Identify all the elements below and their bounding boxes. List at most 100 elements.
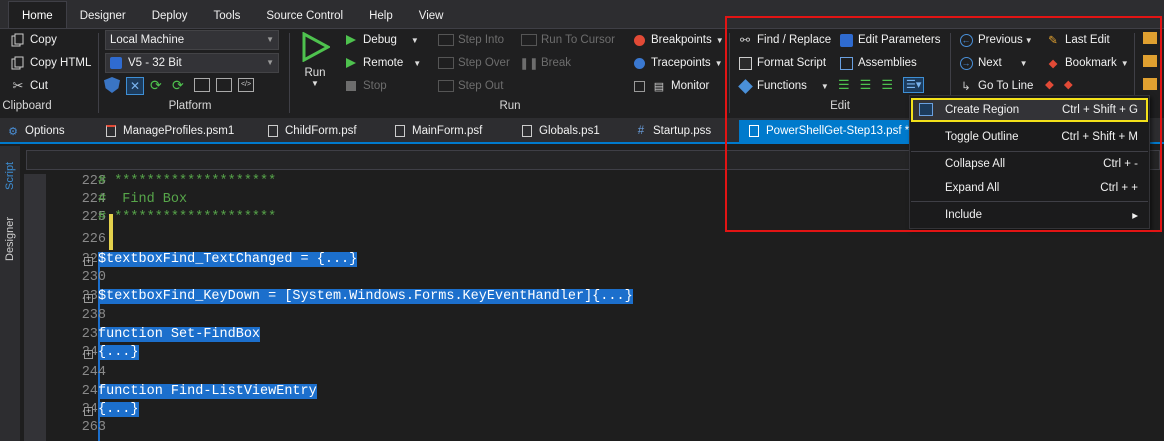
tab-globals[interactable]: Globals.ps1 — [520, 120, 600, 142]
last-edit-label: Last Edit — [1065, 34, 1110, 46]
copy-button[interactable]: Copy — [10, 30, 57, 50]
menu-item-toggle-outline[interactable]: Toggle Outline Ctrl + Shift + M — [911, 125, 1148, 149]
remote-button[interactable]: Remote ▼ — [343, 53, 421, 73]
comment-icon[interactable]: ☰ — [881, 77, 893, 93]
tab-options[interactable]: ⚙ Options — [6, 120, 65, 142]
outline-menu-icon[interactable]: ☰▾ — [902, 77, 925, 93]
expand-fold-icon[interactable]: + — [84, 294, 93, 303]
step-over-button[interactable]: Step Over — [438, 53, 510, 73]
step-into-button[interactable]: Step Into — [438, 30, 504, 50]
clipboard-group-label: Clipboard — [2, 100, 52, 112]
cube-icon — [737, 78, 753, 94]
tab-designer[interactable]: Designer — [67, 2, 139, 28]
next-button[interactable]: → Next ▼ — [958, 53, 1028, 73]
cmd-icon[interactable]: </> — [238, 78, 254, 92]
tab-home[interactable]: Home — [8, 1, 67, 28]
run-button[interactable]: Run ▼ — [298, 31, 332, 94]
copy-html-button[interactable]: Copy HTML — [10, 53, 91, 73]
side-tab-designer[interactable]: Designer — [0, 212, 20, 266]
expand-fold-icon[interactable]: + — [84, 350, 93, 359]
tab-tools[interactable]: Tools — [201, 2, 254, 28]
chevron-down-icon: ▼ — [413, 58, 422, 68]
script-file-icon — [520, 124, 534, 138]
run-to-cursor-button[interactable]: Run To Cursor — [521, 30, 615, 50]
step-out-icon — [438, 80, 454, 92]
go-to-line-button[interactable]: ↳ Go To Line — [958, 76, 1033, 96]
tab-startup[interactable]: # Startup.pss — [634, 120, 711, 142]
tab-label: Options — [25, 125, 65, 137]
tab-help[interactable]: Help — [356, 2, 406, 28]
tracepoints-button[interactable]: Tracepoints ▼ — [631, 53, 723, 73]
assemblies-button[interactable]: Assemblies — [838, 53, 917, 73]
menu-divider — [911, 201, 1148, 202]
side-tab-script[interactable]: Script — [0, 156, 20, 196]
window-icon[interactable] — [194, 78, 210, 92]
functions-button[interactable]: Functions ▼ — [737, 76, 829, 96]
monitor-button[interactable]: ▤ Monitor — [631, 76, 709, 96]
step-into-icon — [438, 34, 454, 46]
tab-manageprofiles[interactable]: ManageProfiles.psm1 — [104, 120, 234, 142]
edit-parameters-button[interactable]: Edit Parameters — [838, 30, 940, 50]
find-replace-button[interactable]: ⚯ Find / Replace — [737, 30, 831, 50]
remote-play-icon — [343, 55, 359, 71]
last-edit-button[interactable]: ✎ Last Edit — [1045, 30, 1110, 50]
line-number: 238 — [81, 308, 106, 323]
menu-item-collapse-all[interactable]: Collapse All Ctrl + - — [911, 152, 1148, 176]
folder-icon[interactable] — [1143, 32, 1157, 44]
version-select[interactable]: V5 - 32 Bit ▼ — [105, 53, 279, 73]
code-line: {...} — [98, 345, 139, 360]
indent-icon[interactable]: ☰ — [838, 77, 850, 93]
breakpoints-button[interactable]: Breakpoints ▼ — [631, 30, 724, 50]
break-button[interactable]: ❚❚ Break — [519, 53, 572, 73]
tab-deploy[interactable]: Deploy — [139, 2, 201, 28]
refresh-all-icon[interactable]: ⟳ — [172, 77, 188, 93]
form-file-icon — [266, 124, 280, 138]
tab-label: Startup.pss — [653, 125, 712, 137]
shield-icon[interactable] — [104, 77, 120, 93]
prev-bookmark-icon[interactable]: ◆ — [1045, 77, 1054, 91]
machine-value: Local Machine — [110, 34, 185, 46]
next-bookmark-icon[interactable]: ◆ — [1064, 77, 1073, 91]
menu-item-expand-all[interactable]: Expand All Ctrl + + — [911, 176, 1148, 200]
break-label: Break — [541, 57, 572, 69]
refresh-icon[interactable]: ⟳ — [150, 77, 166, 93]
create-region-icon — [919, 103, 933, 116]
editor-gutter — [24, 174, 46, 441]
machine-select[interactable]: Local Machine ▼ — [105, 30, 279, 50]
bookmark-button[interactable]: ◆ Bookmark ▼ — [1045, 53, 1129, 73]
expand-fold-icon[interactable]: + — [84, 257, 93, 266]
outline-dropdown-menu: Create Region Ctrl + Shift + G Toggle Ou… — [909, 95, 1150, 229]
previous-button[interactable]: ← Previous ▼ — [958, 30, 1033, 50]
tab-powershellget[interactable]: PowerShellGet-Step13.psf * — [739, 120, 918, 142]
step-over-icon — [438, 57, 454, 69]
code-line: # Find Box — [98, 192, 188, 207]
folder-icon[interactable] — [1143, 78, 1157, 90]
menu-item-shortcut: Ctrl + + — [1100, 182, 1138, 194]
tab-source-control[interactable]: Source Control — [253, 2, 356, 28]
folder-icon[interactable] — [1143, 55, 1157, 67]
breakpoints-label: Breakpoints — [651, 34, 712, 46]
chevron-down-icon: ▼ — [715, 35, 724, 45]
format-script-button[interactable]: Format Script — [737, 53, 826, 73]
menu-item-create-region[interactable]: Create Region Ctrl + Shift + G — [911, 98, 1148, 122]
binoculars-icon: ⚯ — [739, 33, 751, 47]
bookmark-icon: ◆ — [1048, 58, 1058, 70]
console-icon[interactable] — [216, 78, 232, 92]
menu-item-include[interactable]: Include ▸ — [911, 203, 1148, 227]
step-into-label: Step Into — [458, 34, 505, 46]
next-label: Next — [978, 57, 1002, 69]
remote-toggle-icon[interactable]: ✕ — [126, 77, 144, 95]
tab-childform[interactable]: ChildForm.psf — [266, 120, 357, 142]
outdent-icon[interactable]: ☰ — [860, 77, 872, 93]
tab-view[interactable]: View — [406, 2, 457, 28]
code-line: {...} — [98, 402, 139, 417]
tab-mainform[interactable]: MainForm.psf — [393, 120, 482, 142]
stop-button[interactable]: Stop — [343, 76, 387, 96]
copy-label: Copy — [30, 34, 57, 46]
cut-button[interactable]: ✂ Cut — [10, 76, 48, 96]
expand-fold-icon[interactable]: + — [84, 407, 93, 416]
step-out-button[interactable]: Step Out — [438, 76, 503, 96]
debug-button[interactable]: Debug ▼ — [343, 30, 419, 50]
code-line: $textboxFind_KeyDown = [System.Windows.F… — [98, 289, 633, 304]
copy-html-icon — [10, 55, 26, 71]
